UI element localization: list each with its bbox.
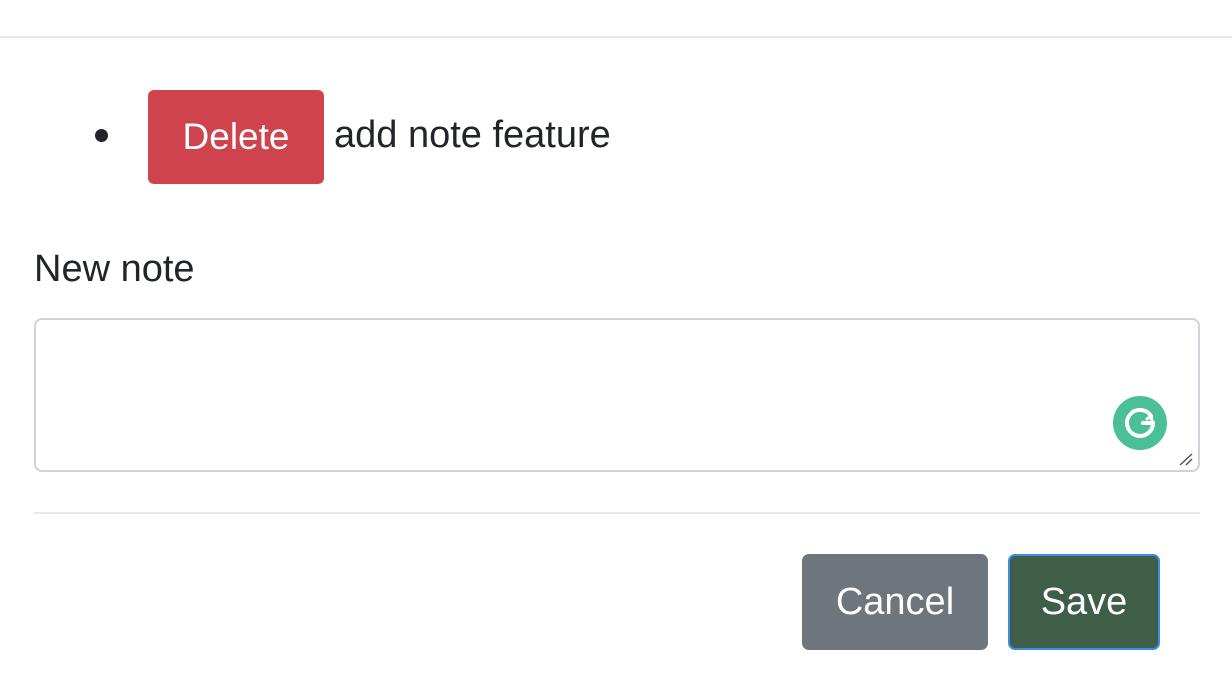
delete-button[interactable]: Delete [148, 90, 324, 184]
new-note-textarea[interactable] [34, 318, 1200, 472]
top-divider [0, 36, 1232, 38]
save-button[interactable]: Save [1008, 554, 1160, 650]
cancel-button[interactable]: Cancel [802, 554, 988, 650]
resize-handle-icon[interactable] [1178, 452, 1194, 466]
note-text: add note feature [334, 114, 611, 156]
note-editor-page: Delete add note feature New note Cancel … [0, 0, 1232, 690]
grammarly-icon[interactable] [1113, 396, 1167, 450]
notes-list: Delete add note feature [0, 90, 1232, 184]
footer-divider [34, 512, 1200, 514]
bullet-icon [95, 129, 108, 142]
new-note-label: New note [34, 248, 195, 290]
